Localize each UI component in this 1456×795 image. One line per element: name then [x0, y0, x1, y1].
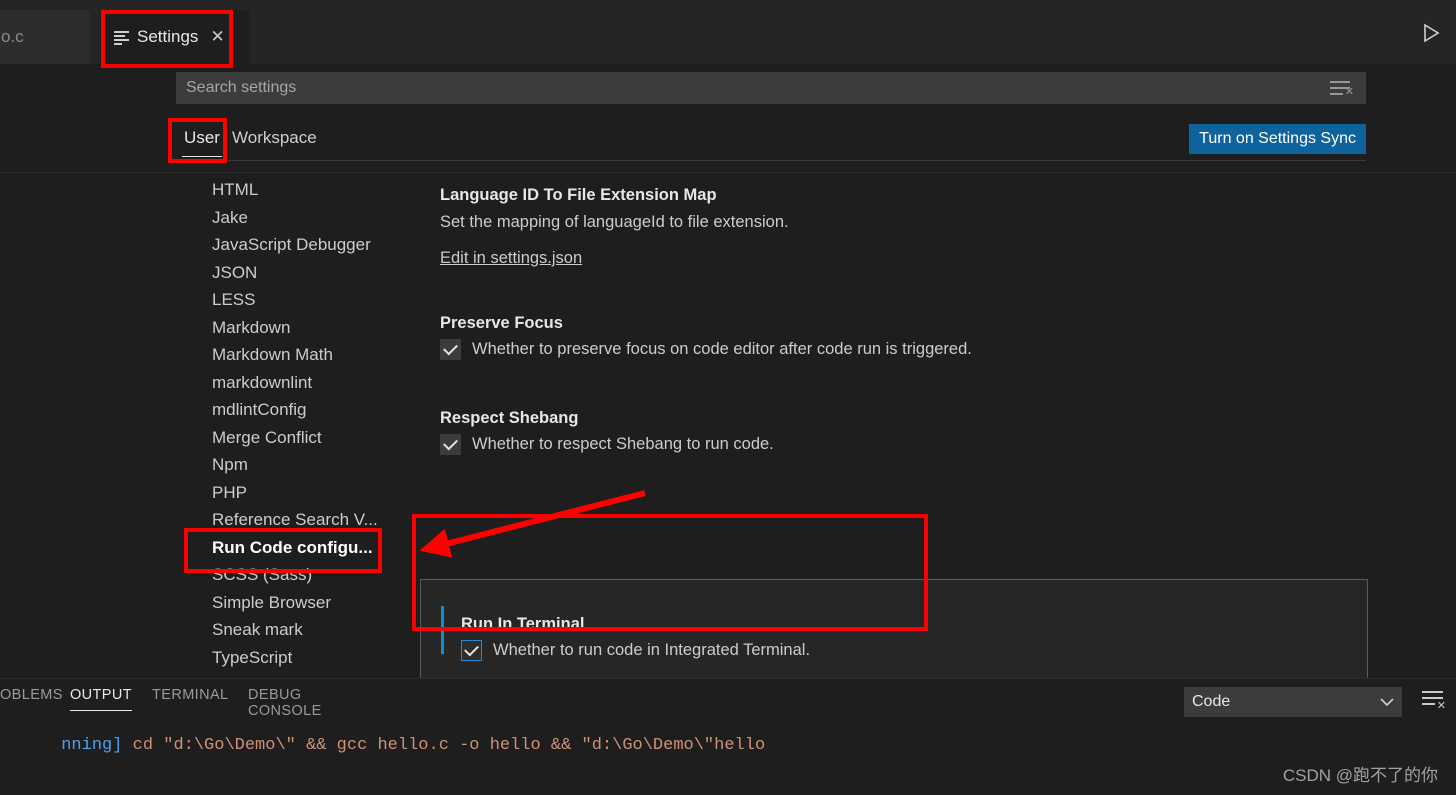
output-channel-value: Code: [1192, 693, 1231, 710]
output-prefix: nning]: [61, 736, 123, 755]
setting-title: Language ID To File Extension Map: [440, 186, 717, 204]
modified-setting-indicator: [441, 606, 444, 654]
settings-header-divider: [0, 172, 1456, 173]
search-input[interactable]: Search settings ✕: [176, 72, 1366, 104]
toc-item-less[interactable]: LESS: [176, 286, 420, 314]
output-console: nning] cd "d:\Go\Demo\" && gcc hello.c -…: [0, 717, 1456, 774]
settings-search-row: Search settings ✕: [0, 72, 1456, 104]
toc-item-sneak-mark[interactable]: Sneak mark: [176, 616, 420, 644]
setting-respect-shebang[interactable]: Respect Shebang Whether to respect Sheba…: [420, 399, 1388, 469]
search-placeholder: Search settings: [186, 79, 297, 96]
toc-item-mdlintconfig[interactable]: mdlintConfig: [176, 396, 420, 424]
setting-language-id-to-file-extension-map[interactable]: Language ID To File Extension Map Set th…: [420, 176, 1388, 286]
settings-editor: Search settings ✕ User Workspace Turn on…: [0, 64, 1456, 678]
setting-description: Whether to respect Shebang to run code.: [472, 435, 774, 453]
output-channel-select[interactable]: Code: [1184, 687, 1402, 717]
toc-item-markdown-math[interactable]: Markdown Math: [176, 341, 420, 369]
setting-description: Whether to preserve focus on code editor…: [472, 340, 972, 358]
toc-item-markdown[interactable]: Markdown: [176, 314, 420, 342]
setting-checkbox-row[interactable]: Whether to respect Shebang to run code.: [440, 434, 774, 455]
chevron-down-icon: [1380, 695, 1394, 710]
toc-item-npm[interactable]: Npm: [176, 451, 420, 479]
toc-item-typescript[interactable]: TypeScript: [176, 644, 420, 672]
watermark: CSDN @跑不了的你: [1282, 766, 1438, 785]
turn-on-settings-sync-button[interactable]: Turn on Settings Sync: [1189, 124, 1366, 154]
tab-problems[interactable]: OBLEMS: [0, 687, 63, 703]
checkbox-preserve-focus[interactable]: [440, 339, 461, 360]
clear-output-icon[interactable]: ✕: [1420, 689, 1446, 712]
setting-title: Respect Shebang: [440, 409, 579, 427]
editor-tab-settings[interactable]: Settings ✕: [100, 10, 250, 64]
toc-item-json[interactable]: JSON: [176, 259, 420, 287]
setting-title: Preserve Focus: [440, 314, 563, 332]
settings-list: Language ID To File Extension Map Set th…: [420, 176, 1456, 678]
output-command: cd "d:\Go\Demo\" && gcc hello.c -o hello…: [122, 736, 766, 755]
checkbox-respect-shebang[interactable]: [440, 434, 461, 455]
setting-description: Whether to run code in Integrated Termin…: [493, 641, 811, 659]
tab-debug-console[interactable]: DEBUG CONSOLE: [248, 687, 322, 719]
setting-title: Run In Terminal: [461, 615, 585, 633]
tab-user[interactable]: User: [180, 118, 224, 158]
vscode-window: ello.c Settings ✕ Search settings ✕: [0, 0, 1456, 795]
setting-checkbox-row[interactable]: Whether to run code in Integrated Termin…: [461, 640, 810, 661]
edit-in-settings-json-link[interactable]: Edit in settings.json: [440, 249, 582, 268]
toc-item-scss-sass[interactable]: SCSS (Sass): [176, 561, 420, 589]
setting-checkbox-row[interactable]: Whether to preserve focus on code editor…: [440, 339, 972, 360]
editor-tab-bar: ello.c Settings ✕: [0, 0, 1456, 64]
toc-item-javascript-debugger[interactable]: JavaScript Debugger: [176, 231, 420, 259]
settings-toc[interactable]: HTML Jake JavaScript Debugger JSON LESS …: [176, 176, 420, 678]
toc-item-reference-search-view[interactable]: Reference Search V...: [176, 506, 420, 534]
toc-item-php[interactable]: PHP: [176, 479, 420, 507]
toc-item-html[interactable]: HTML: [176, 176, 420, 204]
setting-preserve-focus[interactable]: Preserve Focus Whether to preserve focus…: [420, 304, 1388, 374]
tab-label: ello.c: [0, 27, 24, 46]
settings-scope-tabs: User Workspace Turn on Settings Sync: [0, 118, 1456, 160]
run-play-icon[interactable]: [1416, 18, 1446, 48]
editor-tab-hello-c[interactable]: ello.c: [0, 10, 90, 64]
tab-workspace[interactable]: Workspace: [232, 118, 317, 158]
settings-tabs-divider: [176, 160, 1366, 161]
settings-lines-icon: [114, 30, 129, 45]
close-icon[interactable]: ✕: [210, 27, 224, 47]
bottom-panel: OBLEMS OUTPUT TERMINAL DEBUG CONSOLE Cod…: [0, 678, 1456, 795]
clear-filter-icon[interactable]: ✕: [1328, 78, 1354, 98]
toc-item-markdownlint[interactable]: markdownlint: [176, 369, 420, 397]
setting-description: Set the mapping of languageId to file ex…: [440, 213, 789, 231]
tab-terminal[interactable]: TERMINAL: [152, 687, 229, 703]
setting-run-in-terminal[interactable]: Run In Terminal Whether to run code in I…: [420, 579, 1368, 678]
toc-item-run-code-configuration[interactable]: Run Code configu...: [176, 534, 420, 562]
toc-item-jake[interactable]: Jake: [176, 204, 420, 232]
tab-label: Settings: [137, 27, 199, 46]
checkbox-run-in-terminal[interactable]: [461, 640, 482, 661]
tab-output[interactable]: OUTPUT: [70, 687, 133, 711]
toc-item-simple-browser[interactable]: Simple Browser: [176, 589, 420, 617]
toc-item-merge-conflict[interactable]: Merge Conflict: [176, 424, 420, 452]
